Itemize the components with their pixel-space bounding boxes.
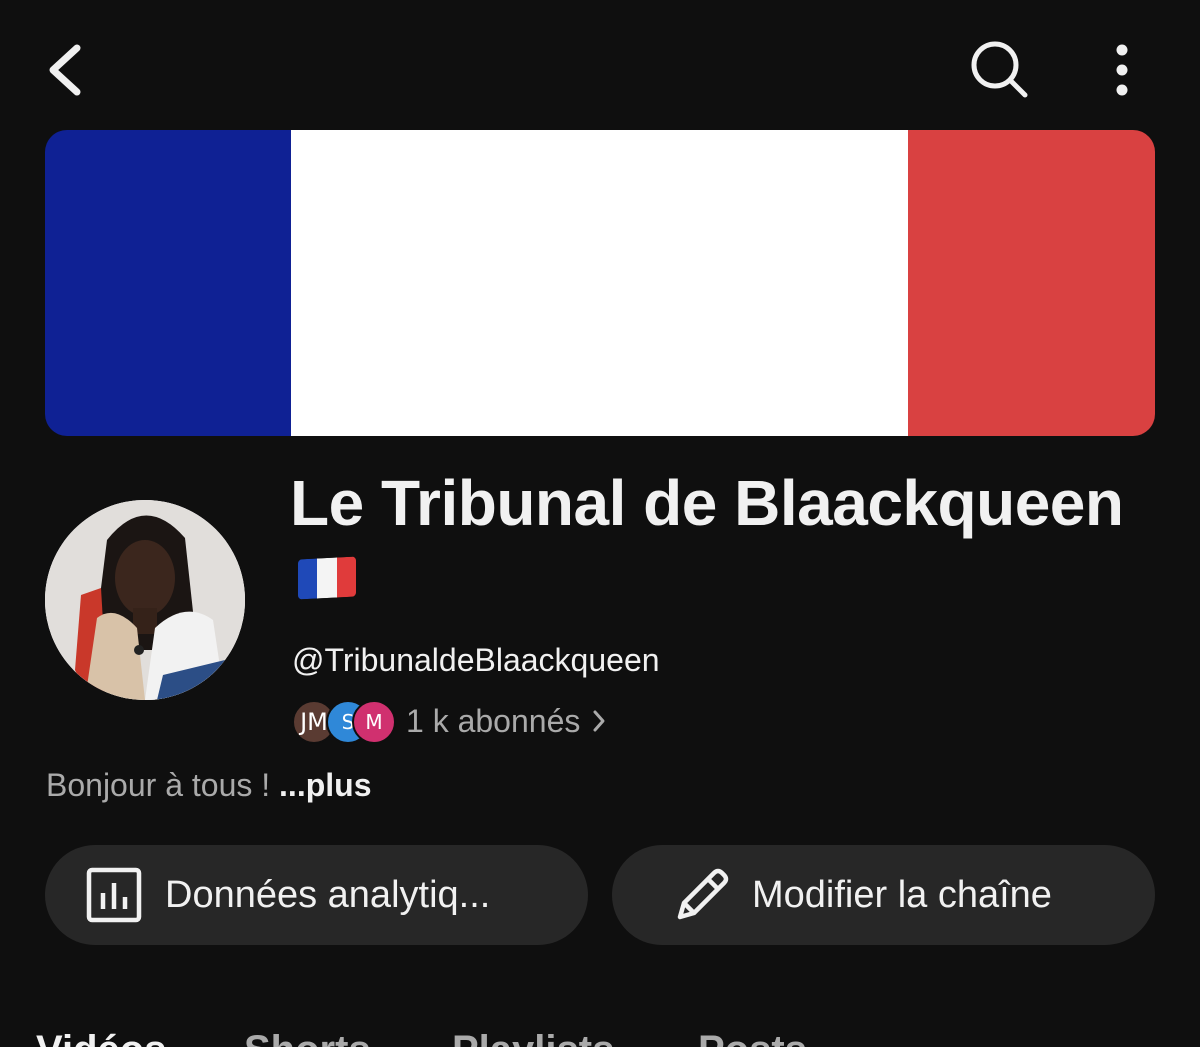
bar-chart-icon: [85, 867, 143, 923]
chevron-right-icon: [592, 709, 606, 733]
tab-shorts[interactable]: Shorts: [244, 1028, 371, 1047]
channel-handle: @TribunaldeBlaackqueen: [292, 642, 660, 678]
tab-posts[interactable]: Posts: [698, 1028, 807, 1047]
channel-description[interactable]: Bonjour à tous ! ...plus: [46, 767, 371, 804]
tab-playlists[interactable]: Playlists: [452, 1028, 614, 1047]
banner-white-stripe: [291, 130, 908, 436]
search-icon: [971, 41, 1028, 98]
subscriber-count: 1 k abonnés: [406, 702, 581, 739]
subscriber-avatar: M: [352, 700, 396, 744]
description-text: Bonjour à tous !: [46, 767, 271, 803]
channel-avatar[interactable]: [45, 500, 245, 700]
subscriber-avatars: JM S M: [292, 698, 396, 744]
description-more-link[interactable]: ...plus: [279, 767, 371, 803]
channel-banner: [45, 130, 1155, 436]
more-vertical-icon: [1116, 44, 1128, 96]
france-flag-icon: [298, 556, 356, 600]
tab-videos[interactable]: Vidéos: [36, 1028, 166, 1047]
channel-title: Le Tribunal de Blaackqueen: [290, 467, 1124, 539]
top-bar: [0, 0, 1200, 130]
analytics-button[interactable]: Données analytiq...: [45, 845, 588, 945]
more-options-button[interactable]: [1092, 32, 1152, 108]
back-button[interactable]: [30, 32, 100, 108]
edit-channel-button-label: Modifier la chaîne: [752, 873, 1052, 916]
search-button[interactable]: [960, 32, 1040, 108]
avatar-photo: [45, 500, 245, 700]
chevron-left-icon: [49, 44, 81, 96]
banner-blue-stripe: [45, 130, 291, 436]
subscriber-avatar-initials: M: [365, 710, 383, 734]
banner-red-stripe: [908, 130, 1155, 436]
subscribers-row[interactable]: JM S M 1 k abonnés: [292, 698, 606, 744]
channel-tabs: Vidéos Shorts Playlists Posts: [0, 1022, 1200, 1047]
edit-channel-button[interactable]: Modifier la chaîne: [612, 845, 1155, 945]
subscriber-avatar-initials: JM: [300, 708, 328, 736]
analytics-button-label: Données analytiq...: [165, 873, 491, 916]
pencil-icon: [670, 865, 734, 925]
